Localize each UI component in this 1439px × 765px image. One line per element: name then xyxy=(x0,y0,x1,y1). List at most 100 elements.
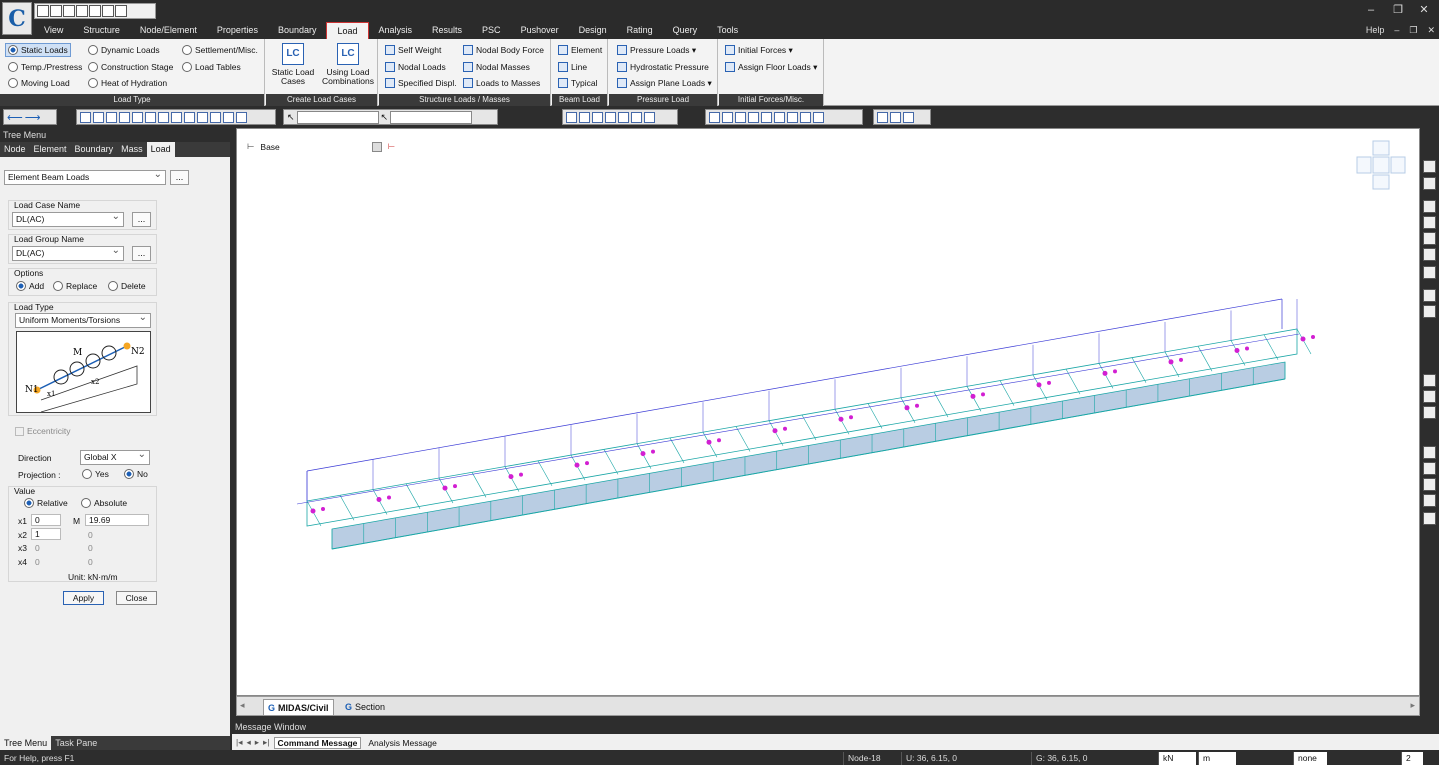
self-weight-button[interactable]: Self Weight xyxy=(385,43,441,57)
tool-icon[interactable] xyxy=(132,111,143,123)
tab-tools[interactable]: Tools xyxy=(707,22,748,39)
zoom-icon[interactable] xyxy=(1423,374,1436,387)
tool-icon[interactable] xyxy=(813,111,824,123)
tab-query[interactable]: Query xyxy=(663,22,708,39)
load-tables-radio[interactable]: Load Tables xyxy=(182,60,241,74)
tree-tab-element[interactable]: Element xyxy=(30,142,71,157)
open-folder-icon[interactable] xyxy=(50,5,62,17)
tool-icon[interactable] xyxy=(106,111,117,123)
assign-floor-loads-button[interactable]: Assign Floor Loads ▾ xyxy=(725,60,817,74)
projection-yes-radio[interactable]: Yes xyxy=(82,467,109,481)
tool-icon[interactable] xyxy=(800,111,811,123)
load-type-select[interactable]: Uniform Moments/Torsions xyxy=(15,311,151,328)
tool-icon[interactable] xyxy=(631,111,642,123)
value-absolute-radio[interactable]: Absolute xyxy=(81,496,127,510)
ribbon-close-icon[interactable]: ✕ xyxy=(1427,22,1435,39)
settlement-misc-radio[interactable]: Settlement/Misc. xyxy=(182,43,258,57)
pressure-loads-button[interactable]: Pressure Loads ▾ xyxy=(617,43,696,57)
nodal-body-force-button[interactable]: Nodal Body Force xyxy=(463,43,544,57)
nav-prev-icon[interactable]: ◂ xyxy=(246,737,250,748)
view-icon[interactable] xyxy=(1423,200,1436,213)
ribbon-restore-icon[interactable]: ❐ xyxy=(1409,22,1417,39)
tab-analysis[interactable]: Analysis xyxy=(369,22,423,39)
moving-load-radio[interactable]: Moving Load xyxy=(8,76,70,90)
tab-properties[interactable]: Properties xyxy=(207,22,268,39)
loads-to-masses-button[interactable]: Loads to Masses xyxy=(463,76,540,90)
tab-design[interactable]: Design xyxy=(569,22,617,39)
tab-pushover[interactable]: Pushover xyxy=(511,22,569,39)
beam-element-button[interactable]: Element xyxy=(558,43,602,57)
tool-icon[interactable] xyxy=(709,111,720,123)
tool-icon[interactable] xyxy=(579,111,590,123)
scroll-right-icon[interactable]: ▸ xyxy=(1410,700,1415,711)
view-icon[interactable] xyxy=(1423,289,1436,302)
initial-forces-button[interactable]: Initial Forces ▾ xyxy=(725,43,793,57)
zoom-window-icon[interactable] xyxy=(1423,446,1436,459)
rotate-icon[interactable] xyxy=(1423,406,1436,419)
minimize-button[interactable]: – xyxy=(1362,3,1380,17)
option-delete-radio[interactable]: Delete xyxy=(108,279,146,293)
length-unit-select[interactable]: m xyxy=(1198,752,1236,765)
load-case-more-button[interactable]: ... xyxy=(132,212,151,227)
tool-icon[interactable] xyxy=(145,111,156,123)
tool-icon[interactable] xyxy=(171,111,182,123)
tool-icon[interactable] xyxy=(605,111,616,123)
m1-input[interactable]: 19.69 xyxy=(85,514,149,526)
view-icon[interactable] xyxy=(1423,232,1436,245)
redo-icon[interactable]: ⟶ xyxy=(25,111,41,124)
tab-psc[interactable]: PSC xyxy=(472,22,511,39)
specified-displ-button[interactable]: Specified Displ. xyxy=(385,76,457,90)
save-as-icon[interactable] xyxy=(89,5,101,17)
option-add-radio[interactable]: Add xyxy=(16,279,44,293)
nav-first-icon[interactable]: |◂ xyxy=(236,737,242,748)
zoom-fit-icon[interactable] xyxy=(1423,462,1436,475)
hydrostatic-pressure-button[interactable]: Hydrostatic Pressure xyxy=(617,60,709,74)
print-icon[interactable] xyxy=(102,5,114,17)
new-file-icon[interactable] xyxy=(37,5,49,17)
help-menu[interactable]: Help xyxy=(1366,22,1385,39)
static-load-cases-button[interactable]: LC Static Load Cases xyxy=(269,43,317,86)
view-icon[interactable] xyxy=(1423,216,1436,229)
tool-icon[interactable] xyxy=(877,111,888,123)
projection-no-radio[interactable]: No xyxy=(124,467,148,481)
tool-icon[interactable] xyxy=(80,111,91,123)
tree-tab-boundary[interactable]: Boundary xyxy=(71,142,118,157)
tool-icon[interactable] xyxy=(210,111,221,123)
app-logo[interactable]: C xyxy=(2,2,32,35)
tab-results[interactable]: Results xyxy=(422,22,472,39)
beam-line-button[interactable]: Line xyxy=(558,60,587,74)
tab-analysis-message[interactable]: Analysis Message xyxy=(365,738,440,748)
tool-icon[interactable] xyxy=(93,111,104,123)
beam-typical-button[interactable]: Typical xyxy=(558,76,597,90)
tab-node-element[interactable]: Node/Element xyxy=(130,22,207,39)
print-preview-icon[interactable] xyxy=(115,5,127,17)
tab-task-pane[interactable]: Task Pane xyxy=(51,736,101,750)
force-unit-select[interactable]: kN xyxy=(1158,752,1196,765)
tool-icon[interactable] xyxy=(787,111,798,123)
tab-load[interactable]: Load xyxy=(326,22,369,39)
save-icon[interactable] xyxy=(76,5,88,17)
tool-icon[interactable] xyxy=(592,111,603,123)
nodal-loads-button[interactable]: Nodal Loads xyxy=(385,60,446,74)
close-button[interactable]: ✕ xyxy=(1415,3,1433,17)
load-group-more-button[interactable]: ... xyxy=(132,246,151,261)
select-combo[interactable] xyxy=(296,110,379,124)
filter-combo[interactable] xyxy=(390,110,473,124)
dynamic-loads-radio[interactable]: Dynamic Loads xyxy=(88,43,160,57)
x2-input[interactable]: 1 xyxy=(31,528,61,540)
none-select[interactable]: none xyxy=(1293,752,1327,765)
tool-icon[interactable] xyxy=(774,111,785,123)
zoom-in-icon[interactable] xyxy=(1423,478,1436,491)
tab-structure[interactable]: Structure xyxy=(73,22,130,39)
tool-icon[interactable] xyxy=(566,111,577,123)
tool-icon[interactable] xyxy=(644,111,655,123)
tool-icon[interactable] xyxy=(735,111,746,123)
assign-plane-loads-button[interactable]: Assign Plane Loads ▾ xyxy=(617,76,712,90)
tab-command-message[interactable]: Command Message xyxy=(273,736,362,749)
temp-prestress-radio[interactable]: Temp./Prestress xyxy=(8,60,82,74)
page-input[interactable]: 2 xyxy=(1401,752,1423,765)
restore-button[interactable]: ❐ xyxy=(1389,3,1407,17)
open-icon[interactable] xyxy=(63,5,75,17)
x1-input[interactable]: 0 xyxy=(31,514,61,526)
static-loads-radio[interactable]: Static Loads xyxy=(5,43,71,57)
